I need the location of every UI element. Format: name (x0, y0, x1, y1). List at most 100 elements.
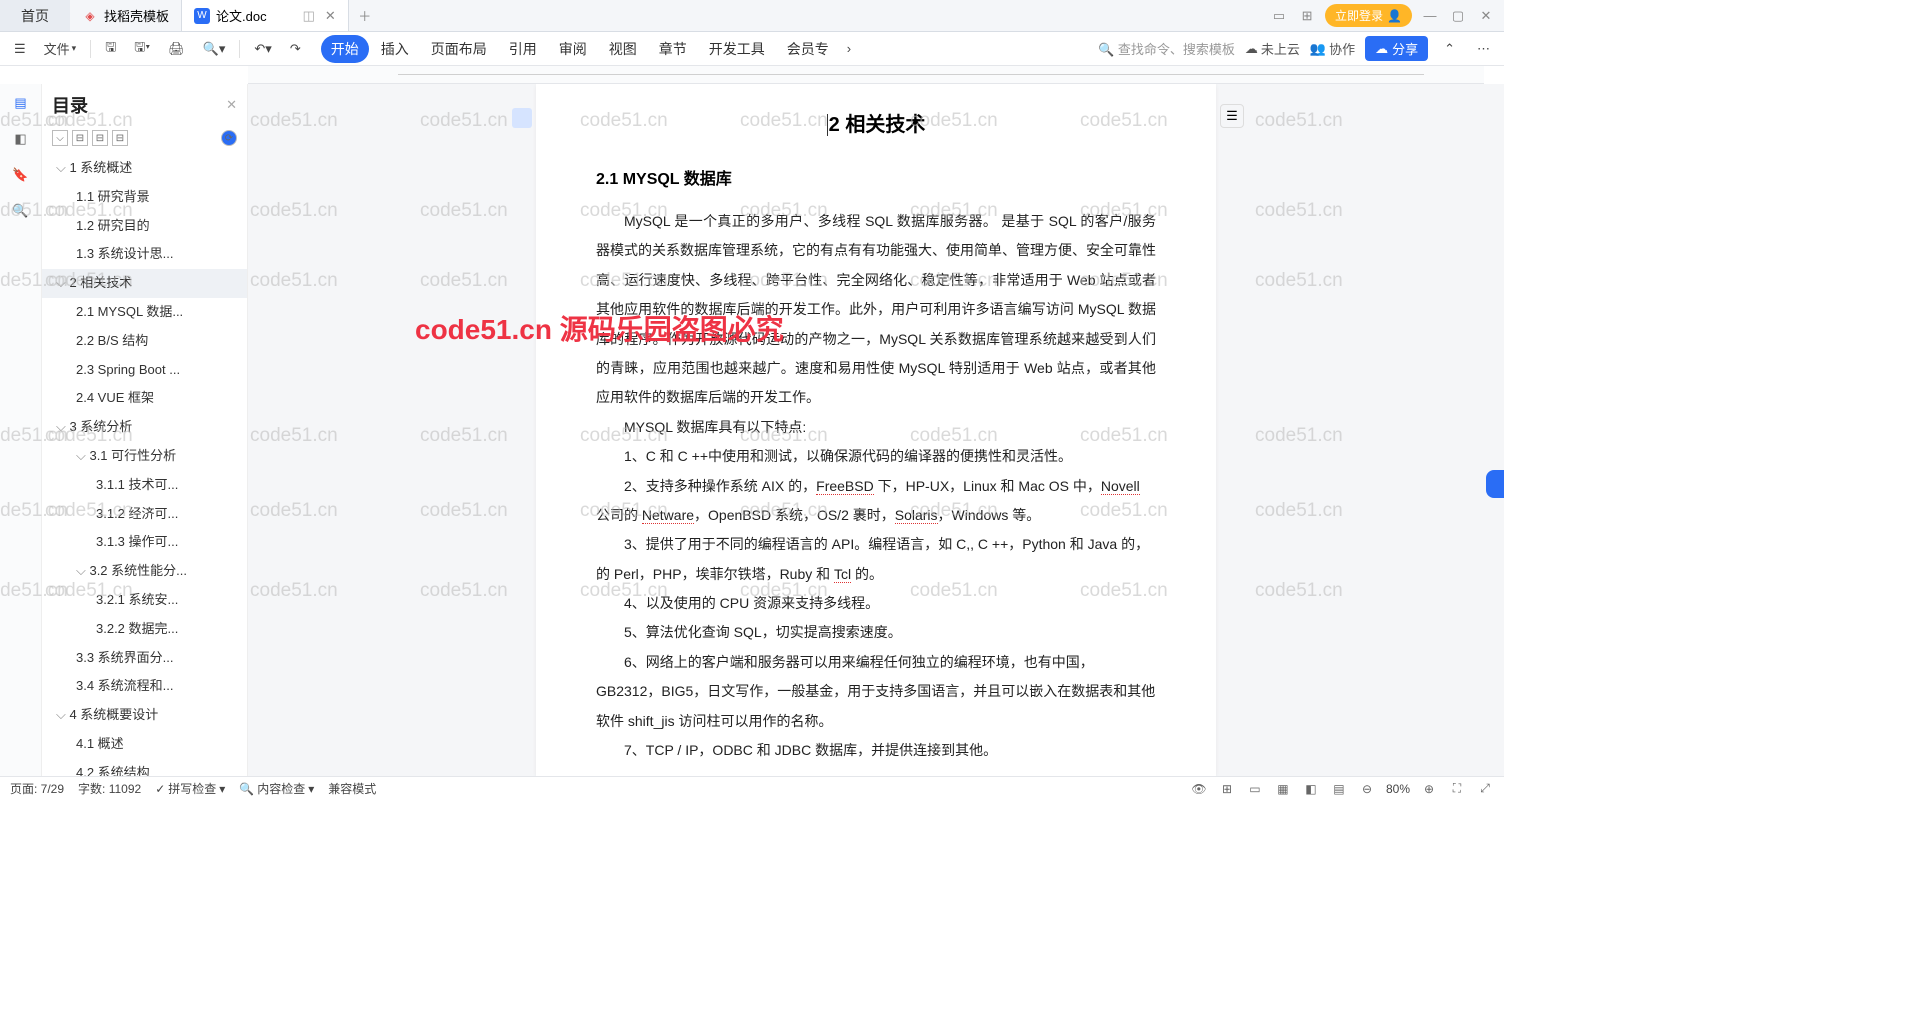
fit-icon[interactable]: ⛶ (1448, 780, 1466, 798)
outline-node[interactable]: 1 系统概述 (42, 154, 247, 183)
undo-icon[interactable]: ↶▾ (248, 37, 277, 61)
fullscreen-icon[interactable]: ⤢ (1476, 780, 1494, 798)
bookmark-toggle-icon[interactable]: ☰ (1220, 104, 1244, 128)
collab-button[interactable]: 👥 协作 (1310, 39, 1355, 58)
outline-node[interactable]: 3.2 系统性能分... (42, 557, 247, 586)
outline-node[interactable]: 2.3 Spring Boot ... (42, 356, 247, 385)
zoom-out-icon[interactable]: ⊖ (1358, 780, 1376, 798)
view4-icon[interactable]: ◧ (1302, 780, 1320, 798)
share-button[interactable]: ☁ 分享 (1365, 36, 1428, 61)
outline-node[interactable]: 3.1.1 技术可... (42, 471, 247, 500)
expand-icon[interactable]: ⌵ (52, 130, 68, 146)
outline-node[interactable]: 3.3 系统界面分... (42, 644, 247, 673)
ribbon-dev[interactable]: 开发工具 (699, 35, 775, 63)
view5-icon[interactable]: ▤ (1330, 780, 1348, 798)
list-item: 2、支持多种操作系统 AIX 的，FreeBSD 下，HP-UX，Linux 和… (596, 472, 1156, 531)
apps-icon[interactable]: ⊞ (1297, 6, 1317, 26)
tab-document[interactable]: W 论文.doc ◫ ✕ (182, 0, 349, 31)
file-menu[interactable]: 文件 ▾ (38, 35, 83, 62)
view1-icon[interactable]: ⊞ (1218, 780, 1236, 798)
spell-check[interactable]: ✓ 拼写检查 ▾ (155, 780, 225, 797)
collapse-1-icon[interactable]: ⊟ (72, 130, 88, 146)
outline-tree: 1 系统概述1.1 研究背景1.2 研究目的1.3 系统设计思...2 相关技术… (42, 154, 247, 776)
outline-node[interactable]: 1.2 研究目的 (42, 212, 247, 241)
layout-icon[interactable]: ▭ (1269, 6, 1289, 26)
collapse-icon[interactable]: ⌃ (1438, 37, 1461, 61)
heading-3: 2.1 MYSQL 数据库 (596, 165, 1156, 189)
collapse-3-icon[interactable]: ⊟ (112, 130, 128, 146)
outline-panel: 目录 ✕ ⌵ ⊟ ⊟ ⊟ ⟳ 1 系统概述1.1 研究背景1.2 研究目的1.3… (42, 84, 248, 776)
outline-node[interactable]: 1.1 研究背景 (42, 183, 247, 212)
zoom-level[interactable]: 80% (1386, 782, 1410, 796)
toolbar: ☰ 文件 ▾ 🖫 🖫▾ 🖨 🔍▾ ↶▾ ↷ 开始 插入 页面布局 引用 审阅 视… (0, 32, 1504, 66)
view3-icon[interactable]: ▦ (1274, 780, 1292, 798)
outline-node[interactable]: 3.2.1 系统安... (42, 586, 247, 615)
ribbon-tabs: 开始 插入 页面布局 引用 审阅 视图 章节 开发工具 会员专 › (321, 35, 857, 63)
outline-node[interactable]: 2.1 MYSQL 数据... (42, 298, 247, 327)
compat-mode[interactable]: 兼容模式 (328, 780, 376, 797)
content-check[interactable]: 🔍 内容检查 ▾ (239, 780, 314, 797)
outline-node[interactable]: 3.2.2 数据完... (42, 615, 247, 644)
ribbon-section[interactable]: 章节 (649, 35, 697, 63)
collapse-2-icon[interactable]: ⊟ (92, 130, 108, 146)
ribbon-view[interactable]: 视图 (599, 35, 647, 63)
outline-node[interactable]: 4.1 概述 (42, 730, 247, 759)
save-icon[interactable]: 🖫 (99, 34, 122, 64)
outline-close-icon[interactable]: ✕ (226, 97, 237, 113)
outline-node[interactable]: 3 系统分析 (42, 413, 247, 442)
print-icon[interactable]: 🖨 (162, 37, 191, 61)
search-input[interactable]: 🔍 查找命令、搜索模板 (1098, 39, 1235, 58)
outline-node[interactable]: 2 相关技术 (42, 269, 247, 298)
more-icon[interactable]: ⋯ (1471, 37, 1496, 61)
ribbon-member[interactable]: 会员专 (777, 35, 839, 63)
zoom-in-icon[interactable]: ⊕ (1420, 780, 1438, 798)
menu-icon[interactable]: ☰ (8, 37, 32, 61)
heading-2: 2 相关技术 (596, 108, 1156, 137)
outline-node[interactable]: 1.3 系统设计思... (42, 240, 247, 269)
outline-node[interactable]: 3.1.2 经济可... (42, 500, 247, 529)
redo-icon[interactable]: ↷ (284, 37, 307, 61)
paragraph: MYSQL 数据库具有以下特点: (596, 413, 1156, 442)
ribbon-layout[interactable]: 页面布局 (421, 35, 497, 63)
tab-template[interactable]: ◈ 找稻壳模板 (70, 0, 182, 31)
login-button[interactable]: 立即登录👤 (1325, 4, 1412, 27)
word-count[interactable]: 字数: 11092 (78, 780, 141, 797)
outline-node[interactable]: 2.2 B/S 结构 (42, 327, 247, 356)
search-rail-icon[interactable]: 🔍 (10, 200, 32, 222)
sync-icon[interactable]: ⟳ (221, 130, 237, 146)
side-tab-handle[interactable] (1486, 470, 1504, 498)
outline-node[interactable]: 3.4 系统流程和... (42, 672, 247, 701)
thumbnails-icon[interactable]: ◧ (10, 128, 32, 150)
view2-icon[interactable]: ▭ (1246, 780, 1264, 798)
outline-node[interactable]: 4.2 系统结构 (42, 759, 247, 776)
preview-icon[interactable]: 🔍▾ (197, 37, 232, 61)
ribbon-insert[interactable]: 插入 (371, 35, 419, 63)
close-window-icon[interactable]: ✕ (1476, 6, 1496, 26)
page-indicator[interactable]: 页面: 7/29 (10, 780, 64, 797)
outline-node[interactable]: 4 系统概要设计 (42, 701, 247, 730)
ribbon-ref[interactable]: 引用 (499, 35, 547, 63)
close-icon[interactable]: ✕ (325, 8, 336, 24)
tab-add[interactable]: ＋ (349, 0, 381, 31)
list-item: 4、以及使用的 CPU 资源来支持多线程。 (596, 589, 1156, 618)
outline-node[interactable]: 3.1.3 操作可... (42, 528, 247, 557)
ruler (248, 66, 1484, 84)
maximize-icon[interactable]: ▢ (1448, 6, 1468, 26)
ribbon-review[interactable]: 审阅 (549, 35, 597, 63)
ribbon-more-icon[interactable]: › (841, 37, 857, 60)
ribbon-start[interactable]: 开始 (321, 35, 369, 63)
cloud-status[interactable]: ☁ 未上云 (1245, 39, 1300, 58)
save-as-icon[interactable]: 🖫▾ (128, 34, 156, 64)
split-icon[interactable]: ◫ (303, 8, 315, 24)
bookmark-icon[interactable]: 🔖 (10, 164, 32, 186)
status-bar: 页面: 7/29 字数: 11092 ✓ 拼写检查 ▾ 🔍 内容检查 ▾ 兼容模… (0, 776, 1504, 800)
outline-icon[interactable]: ▤ (10, 92, 32, 114)
paragraph: MySQL 是一个真正的多用户、多线程 SQL 数据库服务器。 是基于 SQL … (596, 207, 1156, 413)
minimize-icon[interactable]: — (1420, 6, 1440, 26)
read-mode-icon[interactable]: 👁 (1190, 780, 1208, 798)
document-area[interactable]: ☰ 2 相关技术 2.1 MYSQL 数据库 MySQL 是一个真正的多用户、多… (248, 84, 1504, 776)
doc-icon: W (194, 8, 210, 24)
outline-node[interactable]: 3.1 可行性分析 (42, 442, 247, 471)
outline-node[interactable]: 2.4 VUE 框架 (42, 384, 247, 413)
tab-home[interactable]: 首页 (0, 0, 70, 31)
